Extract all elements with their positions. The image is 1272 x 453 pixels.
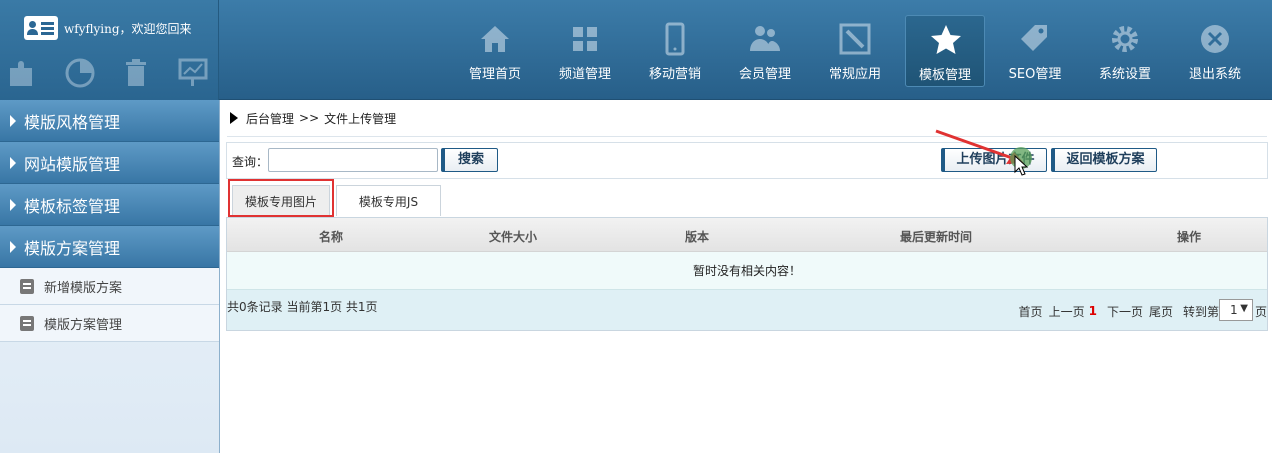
nav-home[interactable]: 管理首页: [450, 15, 540, 87]
edit-icon: [837, 21, 873, 57]
nav-mobile[interactable]: 移动营销: [630, 15, 720, 87]
caret-right-icon: [10, 114, 16, 127]
close-icon: [1197, 21, 1233, 57]
table-header: 名称 文件大小 版本 最后更新时间 操作: [227, 218, 1267, 252]
users-icon: [747, 21, 783, 57]
search-button[interactable]: 搜索: [441, 148, 498, 172]
tag-icon: [1017, 21, 1053, 57]
trash-icon[interactable]: [121, 56, 151, 88]
breadcrumb-root: 后台管理: [246, 111, 295, 126]
nav-logout[interactable]: 退出系统: [1170, 15, 1260, 87]
goto-suffix: 页: [1254, 304, 1267, 319]
current-page: 1: [1088, 304, 1097, 318]
main-nav: 管理首页 频道管理 移动营销 会员管理 常规应用 模板管理 SEO管理 系统设置…: [450, 15, 1260, 87]
tab-bar: 模板专用图片 模板专用JS: [226, 179, 1268, 217]
sidebar-section-scheme[interactable]: 模版方案管理: [0, 226, 219, 268]
nav-settings[interactable]: 系统设置: [1080, 15, 1170, 87]
sidebar-item-new-scheme[interactable]: 新增模版方案: [0, 268, 219, 305]
puzzle-icon[interactable]: [8, 56, 38, 88]
sidebar-item-scheme-manage[interactable]: 模版方案管理: [0, 305, 219, 342]
file-table: 名称 文件大小 版本 最后更新时间 操作 暂时没有相关内容！ 共0条记录 当前第…: [226, 217, 1268, 331]
breadcrumb-current: 文件上传管理: [324, 111, 397, 126]
column-header-size[interactable]: 文件大小: [489, 228, 537, 245]
page-select[interactable]: 1 ▼: [1218, 299, 1253, 321]
header-user-panel: wfyflying，欢迎您回来: [0, 0, 219, 100]
phone-icon: [657, 21, 693, 57]
user-row: wfyflying，欢迎您回来: [24, 14, 192, 42]
record-summary: 共0条记录 当前第1页 共1页: [227, 300, 378, 314]
column-header-actions: 操作: [1177, 230, 1202, 244]
pager: 首页 上一页 1 下一页 尾页 转到第 1 ▼ 页: [1013, 299, 1267, 322]
user-card-icon: [24, 16, 58, 40]
last-page-link[interactable]: 尾页: [1149, 303, 1173, 320]
tab-template-js[interactable]: 模板专用JS: [336, 185, 441, 216]
chevron-down-icon: ▼: [1240, 303, 1248, 314]
pagination-bar: 共0条记录 当前第1页 共1页 首页 上一页 1 下一页 尾页 转到第 1 ▼ …: [227, 290, 1267, 330]
welcome-text: wfyflying，欢迎您回来: [64, 21, 192, 36]
search-input[interactable]: [268, 148, 438, 172]
caret-right-icon: [10, 198, 16, 211]
divider: [227, 136, 1267, 137]
sidebar-section-tags[interactable]: 模板标签管理: [0, 184, 219, 226]
app-window: wfyflying，欢迎您回来 管理首页 频道管理 移动营销 会员管理 常规应用…: [0, 0, 1272, 453]
document-icon: [20, 315, 34, 331]
caret-right-icon: [10, 156, 16, 169]
sidebar-section-style[interactable]: 模版风格管理: [0, 100, 219, 142]
nav-apps[interactable]: 常规应用: [810, 15, 900, 87]
nav-templates[interactable]: 模板管理: [905, 15, 985, 87]
prev-page-link[interactable]: 上一页: [1049, 303, 1085, 320]
breadcrumb: 后台管理 >> 文件上传管理: [227, 107, 396, 129]
nav-seo[interactable]: SEO管理: [990, 15, 1080, 87]
sidebar: 模版风格管理 网站模版管理 模板标签管理 模版方案管理 新增模版方案 模版方案管…: [0, 100, 220, 453]
nav-channel[interactable]: 频道管理: [540, 15, 630, 87]
toolbar: 查询： 搜索 上传图片文件 返回模板方案: [226, 142, 1268, 179]
query-label: 查询：: [232, 155, 269, 169]
column-header-updated[interactable]: 最后更新时间: [900, 228, 972, 245]
caret-right-icon: [230, 112, 238, 124]
mouse-pointer-icon: [1014, 155, 1028, 176]
home-icon: [477, 21, 513, 57]
top-header: wfyflying，欢迎您回来 管理首页 频道管理 移动营销 会员管理 常规应用…: [0, 0, 1272, 100]
nav-members[interactable]: 会员管理: [720, 15, 810, 87]
gear-icon: [1107, 21, 1143, 57]
next-page-link[interactable]: 下一页: [1107, 303, 1143, 320]
return-scheme-button[interactable]: 返回模板方案: [1051, 148, 1157, 172]
star-icon: [928, 22, 964, 58]
sidebar-section-site-template[interactable]: 网站模版管理: [0, 142, 219, 184]
column-header-name[interactable]: 名称: [319, 228, 343, 245]
document-icon: [20, 278, 34, 294]
presentation-icon[interactable]: [178, 56, 208, 88]
quick-icons: [8, 56, 208, 88]
pie-chart-icon[interactable]: [65, 56, 95, 88]
grid-icon: [567, 21, 603, 57]
first-page-link[interactable]: 首页: [1019, 303, 1043, 320]
breadcrumb-separator: >>: [299, 111, 320, 125]
annotation-highlight-box: [228, 179, 334, 217]
column-header-version[interactable]: 版本: [685, 228, 709, 245]
empty-message: 暂时没有相关内容！: [227, 252, 1267, 290]
goto-label: 转到第: [1182, 304, 1219, 319]
caret-right-icon: [10, 240, 16, 253]
